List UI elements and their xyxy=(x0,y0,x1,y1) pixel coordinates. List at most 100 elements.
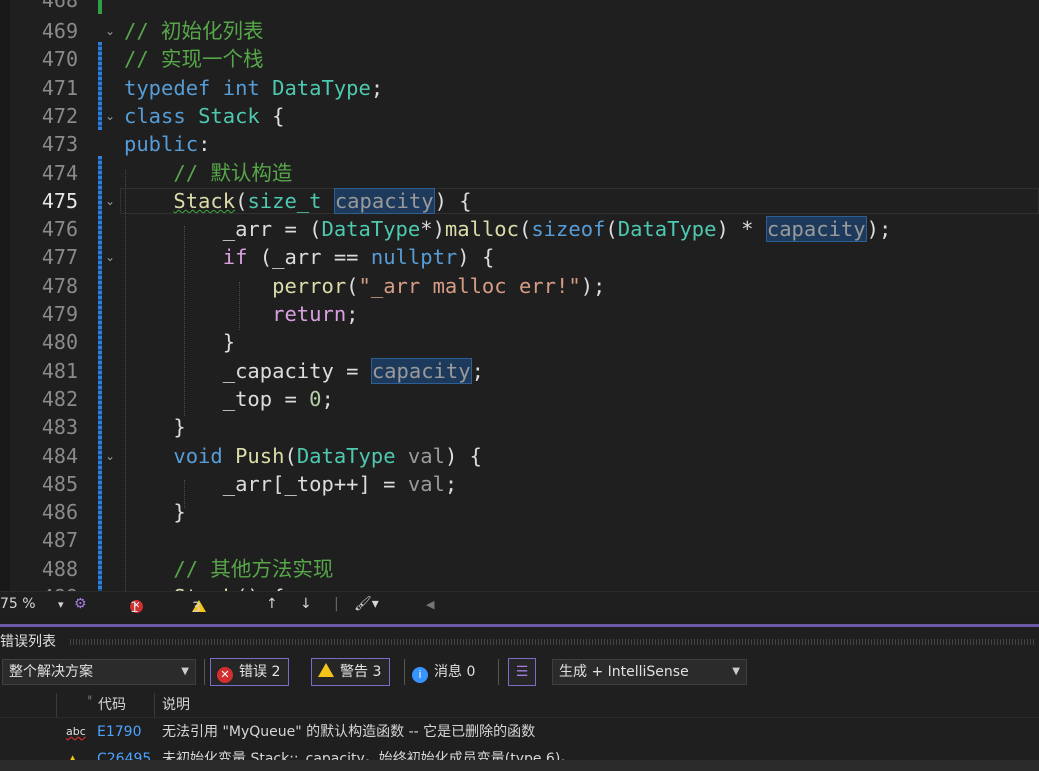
code-text[interactable]: } xyxy=(124,328,235,356)
scroll-left-icon[interactable]: ◀ xyxy=(426,598,434,611)
scope-dropdown[interactable]: 整个解决方案 ▼ xyxy=(2,659,196,685)
code-token: ); xyxy=(866,217,892,242)
code-line: 468 xyxy=(0,0,1039,14)
build-filter-dropdown[interactable]: 生成 + IntelliSense ▼ xyxy=(552,659,747,685)
column-divider[interactable] xyxy=(56,693,57,717)
line-number: 482 xyxy=(41,386,78,411)
code-line[interactable]: 486 } xyxy=(0,498,1039,526)
code-token: capacity xyxy=(333,187,435,214)
code-line[interactable]: 480 } xyxy=(0,328,1039,356)
code-line[interactable]: 479 return; xyxy=(0,300,1039,328)
error-row[interactable]: abc E1790 无法引用 "MyQueue" 的默认构造函数 -- 它是已删… xyxy=(0,719,1039,745)
code-line[interactable]: 469 ⌄ // 初始化列表 xyxy=(0,17,1039,45)
code-editor[interactable]: 468 469 ⌄ // 初始化列表 470 // 实现一个栈 471 typedef in… xyxy=(0,0,1039,591)
code-line[interactable]: 477 ⌄ if (_arr == nullptr) { xyxy=(0,243,1039,271)
code-text[interactable]: Stack() { xyxy=(124,583,284,591)
horizontal-scrollbar[interactable] xyxy=(0,760,1039,771)
code-token: capacity xyxy=(370,357,472,384)
code-line[interactable]: 481 _capacity = capacity; xyxy=(0,357,1039,385)
next-issue-button[interactable]: ↓ xyxy=(300,596,312,612)
code-text[interactable]: // 初始化列表 xyxy=(124,17,264,45)
code-token: // 实现一个栈 xyxy=(124,47,264,72)
column-header-description[interactable]: 说明 xyxy=(162,693,190,717)
code-token: ; xyxy=(321,386,334,411)
code-text[interactable]: _capacity = capacity; xyxy=(124,357,484,385)
panel-title-grip[interactable] xyxy=(70,639,1035,645)
warning-icon: ▲ xyxy=(68,752,78,760)
errors-filter-button[interactable]: ✕ 错误 2 xyxy=(210,658,290,686)
code-text[interactable]: } xyxy=(124,413,185,441)
code-token: ( xyxy=(518,217,532,242)
code-token: *) xyxy=(420,217,445,242)
code-text[interactable]: // 其他方法实现 xyxy=(124,555,333,583)
code-text[interactable]: void Push(DataType val) { xyxy=(124,442,482,470)
zoom-level[interactable]: 75 % xyxy=(0,596,36,612)
code-line[interactable]: 474 // 默认构造 xyxy=(0,159,1039,187)
code-line[interactable]: 478 perror("_arr malloc err!"); xyxy=(0,272,1039,300)
code-text[interactable]: _arr[_top++] = val; xyxy=(124,470,458,498)
code-line[interactable]: 470 // 实现一个栈 xyxy=(0,45,1039,73)
fold-toggle-icon[interactable]: ⌄ xyxy=(104,442,116,470)
line-number: 479 xyxy=(41,302,78,326)
line-number: 488 xyxy=(41,556,78,581)
fold-toggle-icon[interactable]: ⌄ xyxy=(104,102,116,130)
code-text[interactable]: _arr = (DataType*)malloc(sizeof(DataType… xyxy=(124,215,891,243)
code-token: { xyxy=(259,103,285,128)
code-text[interactable]: // 实现一个栈 xyxy=(124,45,264,73)
code-line[interactable]: 484 ⌄ void Push(DataType val) { xyxy=(0,442,1039,470)
fold-toggle-icon[interactable]: ⌄ xyxy=(104,187,116,215)
code-line[interactable]: 485 _arr[_top++] = val; xyxy=(0,470,1039,498)
fold-toggle-icon[interactable]: ⌄ xyxy=(104,243,116,271)
code-line[interactable]: 488 // 其他方法实现 xyxy=(0,555,1039,583)
code-line[interactable]: 475 ⌄ Stack(size_t capacity) { xyxy=(0,187,1039,215)
code-cleanup-icon[interactable]: 🖌▾ xyxy=(354,596,379,612)
code-token: (_arr == xyxy=(247,245,371,270)
error-icon: ✕ xyxy=(217,667,233,683)
code-text[interactable]: } xyxy=(124,498,186,526)
column-header-code[interactable]: 代码 xyxy=(98,693,126,717)
code-line[interactable]: 472 ⌄ class Stack { xyxy=(0,102,1039,130)
code-text[interactable]: Stack(size_t capacity) { xyxy=(124,187,472,215)
code-line[interactable]: 473 public: xyxy=(0,130,1039,158)
code-line[interactable]: 489 Stack() { xyxy=(0,583,1039,591)
code-line[interactable]: 471 typedef int DataType; xyxy=(0,74,1039,102)
code-line[interactable]: 482 _top = 0; xyxy=(0,385,1039,413)
code-token: Stack xyxy=(198,103,260,128)
code-token: ; xyxy=(471,358,484,383)
code-line[interactable]: 487 xyxy=(0,526,1039,554)
code-line[interactable]: 476 _arr = (DataType*)malloc(sizeof(Data… xyxy=(0,215,1039,243)
copilot-icon[interactable]: ⚙ xyxy=(74,596,87,612)
code-text[interactable]: typedef int DataType; xyxy=(124,74,383,102)
error-code-link[interactable]: E1790 xyxy=(97,719,141,745)
code-text[interactable]: public: xyxy=(124,130,210,158)
code-text[interactable]: if (_arr == nullptr) { xyxy=(124,243,495,271)
line-number: 481 xyxy=(41,358,78,383)
code-text[interactable]: perror("_arr malloc err!"); xyxy=(124,272,605,300)
line-number: 477 xyxy=(41,245,78,270)
chevron-down-icon: ▼ xyxy=(181,666,189,677)
filter-icon[interactable]: ☰ xyxy=(508,658,536,686)
code-token: DataType xyxy=(617,217,717,242)
code-text[interactable]: // 默认构造 xyxy=(124,159,292,187)
error-code-link[interactable]: C26495 xyxy=(97,746,151,760)
fold-toggle-icon[interactable]: ⌄ xyxy=(104,17,116,45)
code-token: capacity xyxy=(765,216,867,243)
code-text[interactable]: class Stack { xyxy=(124,102,284,130)
code-line[interactable]: 483 } xyxy=(0,413,1039,441)
zoom-dropdown-icon[interactable]: ▾ xyxy=(58,598,64,611)
error-row[interactable]: ▲ C26495 未初始化变量 Stack::_capacity。始终初始化成员… xyxy=(0,746,1039,760)
column-divider[interactable] xyxy=(154,693,155,717)
warnings-filter-button[interactable]: 警告 3 xyxy=(311,658,391,686)
separator xyxy=(498,659,499,685)
messages-filter-button[interactable]: i 消息 0 xyxy=(412,658,475,686)
code-text[interactable]: return; xyxy=(124,300,358,328)
code-token: _top = xyxy=(124,386,310,411)
code-token: } xyxy=(124,500,186,525)
code-text[interactable]: _top = 0; xyxy=(124,385,334,413)
previous-issue-button[interactable]: ↑ xyxy=(266,596,278,612)
